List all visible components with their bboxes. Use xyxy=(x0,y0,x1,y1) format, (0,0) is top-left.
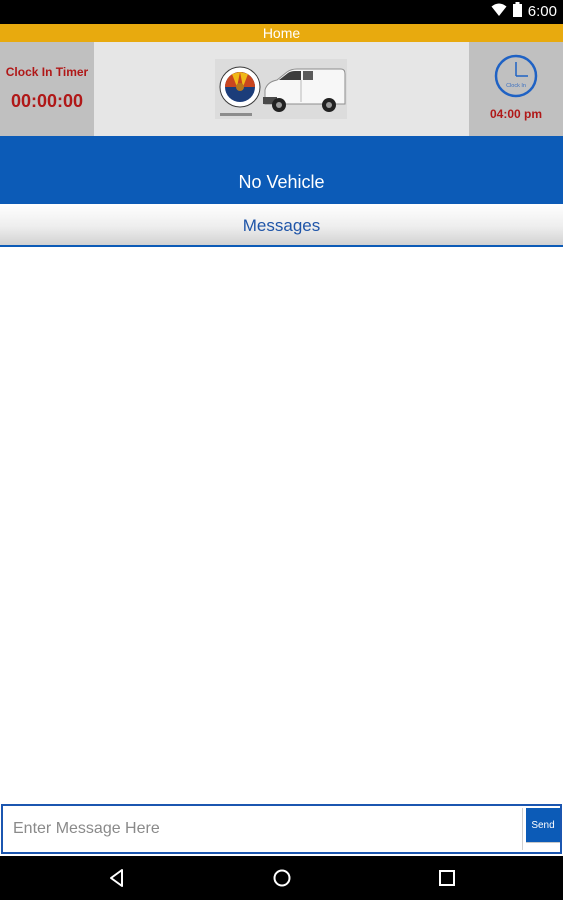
messages-header: Messages xyxy=(0,204,563,247)
battery-icon xyxy=(512,2,522,22)
app-screen: 6:00 Home Clock In Timer 00:00:00 Clock … xyxy=(0,0,563,900)
top-panel: Clock In Timer 00:00:00 Clock In 04:00 p… xyxy=(0,42,563,136)
home-icon[interactable] xyxy=(270,866,294,890)
timer-value: 00:00:00 xyxy=(10,91,84,111)
status-time: 6:00 xyxy=(527,3,557,20)
vehicle-bar[interactable]: No Vehicle xyxy=(0,136,563,204)
clock-in-caption: Clock In xyxy=(506,83,526,89)
navigation-bar xyxy=(0,856,563,900)
compose-frame: Send xyxy=(1,804,562,854)
message-input[interactable] xyxy=(5,808,523,850)
send-button[interactable]: Send xyxy=(526,808,560,842)
wifi-icon xyxy=(491,3,507,22)
clock-in-panel: Clock In 04:00 pm xyxy=(469,42,563,136)
back-icon[interactable] xyxy=(105,866,129,890)
company-logo xyxy=(215,59,347,119)
clock-in-timer: Clock In Timer 00:00:00 xyxy=(0,42,94,136)
vehicle-label: No Vehicle xyxy=(238,172,325,192)
page-title: Home xyxy=(0,24,563,42)
send-underline xyxy=(526,842,560,850)
recents-icon[interactable] xyxy=(435,866,459,890)
timer-label: Clock In Timer xyxy=(5,65,89,79)
messages-list xyxy=(0,249,563,802)
cargo-van-image xyxy=(261,66,347,121)
messages-title: Messages xyxy=(242,216,321,235)
clock-in-button[interactable]: Clock In xyxy=(493,53,539,104)
status-bar: 6:00 xyxy=(0,0,563,24)
arizona-seal-icon xyxy=(218,65,262,122)
status-icons: 6:00 xyxy=(491,0,557,24)
compose-area: Send xyxy=(0,802,563,856)
clock-time: 04:00 pm xyxy=(489,107,543,121)
